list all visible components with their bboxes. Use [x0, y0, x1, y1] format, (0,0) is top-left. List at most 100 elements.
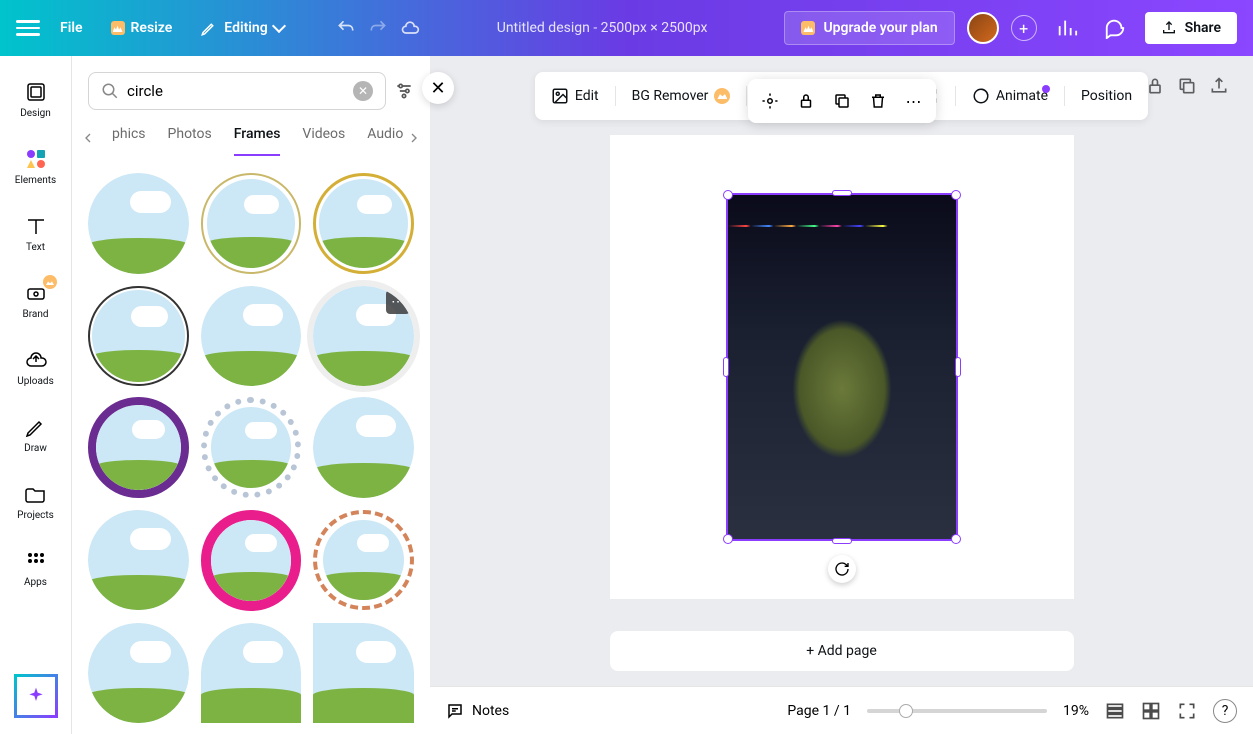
tab-frames[interactable]: Frames [234, 126, 281, 156]
frame-circle-wreath[interactable] [201, 397, 302, 498]
sidebar-item-apps[interactable]: Apps [0, 541, 71, 596]
frame-circle-ornate[interactable] [313, 510, 414, 611]
tabs-scroll-left-icon[interactable] [80, 130, 96, 146]
add-page-button[interactable]: + Add page [610, 631, 1074, 671]
resize-label: Resize [131, 20, 173, 36]
frame-circle-soft[interactable] [201, 286, 302, 387]
magic-edit-icon[interactable] [754, 85, 786, 117]
redo-icon[interactable] [368, 18, 388, 38]
fullscreen-icon[interactable] [1177, 701, 1197, 721]
frame-circle-rough[interactable] [88, 623, 189, 724]
view-grid-icon[interactable] [1141, 701, 1161, 721]
frame-circle-gold-border[interactable] [313, 173, 414, 274]
rotate-handle[interactable] [828, 555, 856, 583]
design-page[interactable]: ⋯ [610, 135, 1074, 599]
tabs-scroll-right-icon[interactable] [406, 130, 422, 146]
clear-search-button[interactable]: ✕ [353, 81, 373, 101]
page-indicator[interactable]: Page 1 / 1 [787, 703, 851, 719]
view-list-icon[interactable] [1105, 701, 1125, 721]
bg-remover-label: BG Remover [632, 88, 709, 104]
zoom-slider[interactable] [867, 709, 1047, 713]
page-action-icons [1145, 76, 1229, 96]
frame-circle-plain[interactable] [88, 173, 189, 274]
notification-dot-icon [1042, 85, 1050, 93]
canvas-viewport[interactable]: ⋯ + Add page [430, 120, 1253, 686]
filter-icon[interactable] [394, 81, 414, 101]
resize-handle-mr[interactable] [955, 357, 961, 377]
upgrade-button[interactable]: Upgrade your plan [784, 11, 954, 45]
user-avatar[interactable] [967, 12, 999, 44]
frame-circle-thin-border[interactable] [201, 173, 302, 274]
tab-graphics[interactable]: phics [112, 126, 146, 156]
magic-button[interactable] [14, 674, 58, 718]
resize-handle-ml[interactable] [723, 357, 729, 377]
more-element-icon[interactable]: ⋯ [898, 85, 930, 117]
tab-photos[interactable]: Photos [168, 126, 212, 156]
sidebar-item-text[interactable]: Text [0, 206, 71, 261]
frame-half-circle-2[interactable] [313, 623, 414, 724]
sidebar-item-elements[interactable]: Elements [0, 139, 71, 194]
add-member-button[interactable]: + [1011, 15, 1037, 41]
delete-element-icon[interactable] [862, 85, 894, 117]
separator [955, 86, 956, 106]
search-input[interactable] [127, 82, 345, 100]
comment-icon[interactable] [1097, 10, 1133, 46]
crown-badge-icon [43, 275, 57, 289]
resize-handle-br[interactable] [951, 534, 961, 544]
frame-more-icon[interactable]: ⋯ [386, 290, 410, 314]
position-button[interactable]: Position [1081, 88, 1132, 104]
sidebar-item-draw[interactable]: Draw [0, 407, 71, 462]
notes-button[interactable]: Notes [446, 702, 509, 720]
tab-audio[interactable]: Audio [367, 126, 403, 156]
resize-handle-bl[interactable] [723, 534, 733, 544]
frame-circle-pink-border[interactable] [201, 510, 302, 611]
resize-handle-tl[interactable] [723, 190, 733, 200]
tab-videos[interactable]: Videos [302, 126, 345, 156]
zoom-slider-thumb[interactable] [899, 704, 913, 718]
sidebar-item-design[interactable]: Design [0, 72, 71, 127]
resize-handle-tc[interactable] [832, 190, 852, 196]
sidebar-item-brand[interactable]: Brand [0, 273, 71, 328]
share-button[interactable]: Share [1145, 12, 1237, 44]
menu-hamburger-icon[interactable] [16, 16, 40, 40]
sidebar-item-label: Elements [15, 175, 56, 186]
zoom-value[interactable]: 19% [1063, 703, 1089, 719]
element-float-toolbar: ⋯ [748, 79, 936, 123]
frame-half-circle-1[interactable] [201, 623, 302, 724]
export-icon[interactable] [1209, 76, 1229, 96]
cloud-sync-icon[interactable] [400, 18, 420, 38]
main-content: Design Elements Text Brand Uploads Draw … [0, 56, 1253, 734]
duplicate-icon[interactable] [1177, 76, 1197, 96]
resize-menu[interactable]: Resize [103, 14, 181, 42]
document-title[interactable]: Untitled design - 2500px × 2500px [432, 20, 773, 36]
chevron-down-icon [272, 19, 286, 33]
insights-icon[interactable] [1049, 10, 1085, 46]
resize-handle-bc[interactable] [832, 538, 852, 544]
frame-circle-purple-border[interactable] [88, 397, 189, 498]
category-tabs: phics Photos Frames Videos Audio [72, 126, 430, 157]
bg-remover-button[interactable]: BG Remover [632, 88, 731, 104]
sidebar-item-projects[interactable]: Projects [0, 474, 71, 529]
bottom-footer: Notes Page 1 / 1 19% ? [430, 686, 1253, 734]
editing-mode-menu[interactable]: Editing [192, 13, 291, 43]
lock-icon[interactable] [1145, 76, 1165, 96]
sidebar-item-uploads[interactable]: Uploads [0, 340, 71, 395]
edit-button[interactable]: Edit [551, 87, 599, 105]
file-menu[interactable]: File [52, 14, 91, 42]
animate-button[interactable]: Animate [972, 87, 1048, 105]
duplicate-element-icon[interactable] [826, 85, 858, 117]
resize-handle-tr[interactable] [951, 190, 961, 200]
close-panel-button[interactable]: ✕ [422, 72, 454, 104]
frame-circle-scalloped[interactable] [88, 510, 189, 611]
notes-icon [446, 702, 464, 720]
undo-icon[interactable] [336, 18, 356, 38]
lock-element-icon[interactable] [790, 85, 822, 117]
frames-results-grid[interactable]: ⋯ [72, 157, 430, 734]
selected-image[interactable] [726, 193, 958, 541]
frame-circle-simple[interactable] [313, 397, 414, 498]
help-button[interactable]: ? [1213, 699, 1237, 723]
frame-circle-shadow[interactable]: ⋯ [313, 286, 414, 387]
frame-circle-black-border[interactable] [88, 286, 189, 387]
share-icon [1161, 20, 1177, 36]
search-icon [101, 82, 119, 100]
